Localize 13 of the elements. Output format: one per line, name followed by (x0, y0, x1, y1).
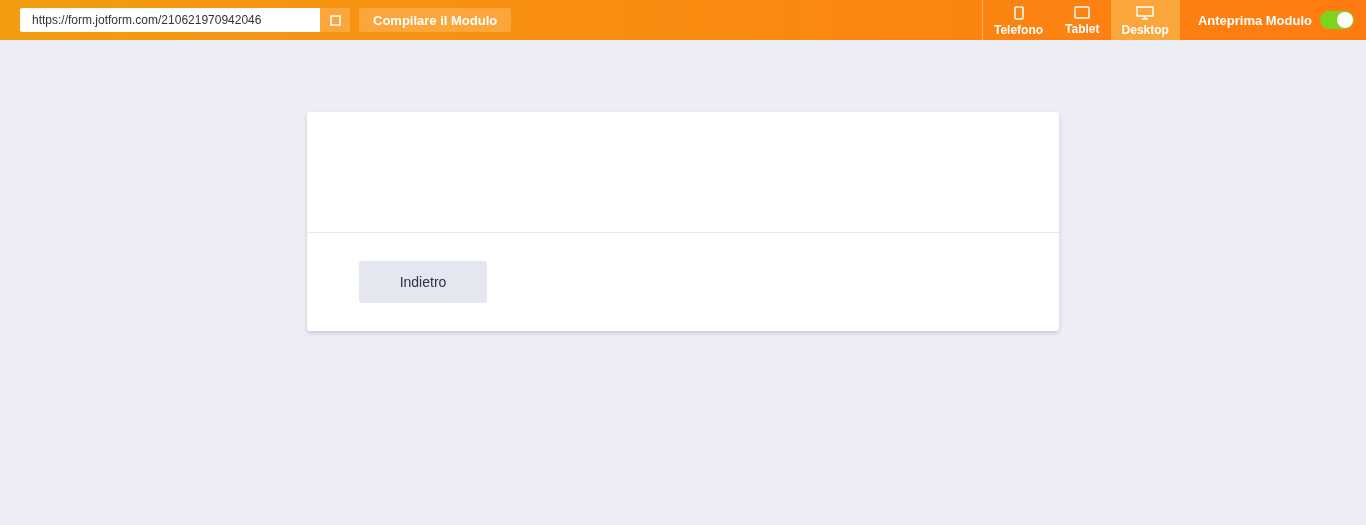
monitor-icon (1136, 5, 1155, 20)
back-button[interactable]: Indietro (359, 261, 487, 303)
tablet-icon (1074, 6, 1091, 19)
preview-toggle[interactable] (1320, 11, 1354, 29)
device-tab[interactable]: Telefono (983, 0, 1055, 40)
fill-form-button[interactable]: Compilare il Modulo (359, 8, 512, 32)
url-field[interactable]: https://form.jotform.com/210621970942046 (20, 8, 350, 32)
phone-icon (1013, 5, 1024, 20)
preview-label: Anteprima Modulo (1197, 12, 1312, 28)
device-tab[interactable]: Tablet (1054, 0, 1111, 40)
copy-icon (329, 14, 341, 26)
device-tab[interactable]: Desktop (1110, 0, 1180, 40)
copy-button[interactable] (320, 8, 350, 32)
